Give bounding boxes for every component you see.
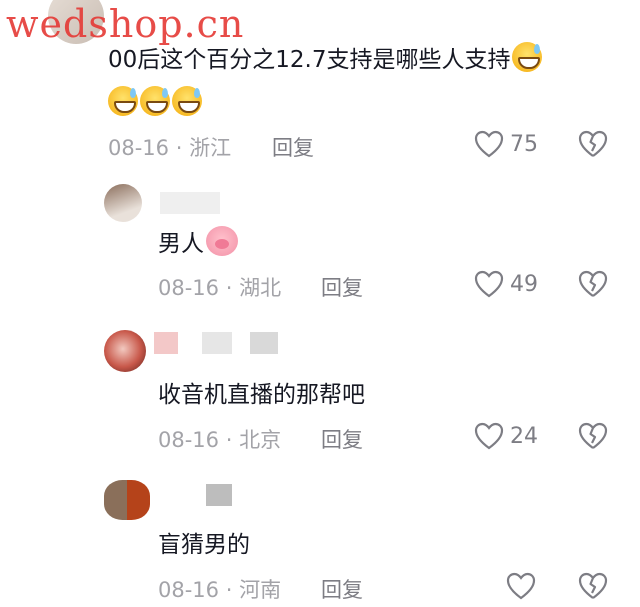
comment-meta: 08-16 · 北京	[158, 424, 281, 454]
like-count: 24	[510, 423, 538, 449]
reply-button[interactable]: 回复	[321, 272, 363, 302]
comment-emoji-row	[108, 86, 202, 121]
comment-item: 收音机直播的那帮吧 08-16 · 北京 回复 24	[0, 322, 640, 462]
comment-meta: 08-16 · 浙江	[108, 132, 231, 162]
like-count: 49	[510, 271, 538, 297]
watermark: wedshop.cn	[6, 2, 245, 46]
dislike-button[interactable]	[578, 572, 608, 604]
meta-separator: ·	[225, 578, 233, 602]
pig-face-emoji	[206, 226, 238, 256]
comment-text: 00后这个百分之12.7支持是哪些人支持	[108, 42, 543, 77]
broken-heart-icon	[578, 572, 608, 599]
comment-location: 北京	[239, 428, 282, 452]
comment-text: 收音机直播的那帮吧	[158, 382, 365, 408]
heart-icon	[474, 270, 504, 298]
comment-meta: 08-16 · 湖北	[158, 272, 281, 302]
comment-location: 湖北	[239, 276, 282, 300]
heart-icon	[506, 572, 536, 600]
comment-location: 河南	[239, 578, 282, 602]
username-blurred[interactable]	[154, 332, 278, 354]
comment-meta: 08-16 · 河南	[158, 574, 281, 604]
like-button[interactable]	[506, 572, 542, 600]
meta-separator: ·	[225, 276, 233, 300]
reply-button[interactable]: 回复	[272, 132, 314, 162]
broken-heart-icon	[578, 130, 608, 157]
comment-date: 08-16	[158, 578, 220, 602]
grinning-sweat-emoji	[172, 86, 202, 116]
grinning-sweat-emoji	[512, 42, 543, 72]
comment-text: 男人	[158, 226, 238, 261]
reply-button[interactable]: 回复	[321, 424, 363, 454]
avatar[interactable]	[104, 480, 150, 520]
like-button[interactable]: 24	[474, 422, 538, 450]
dislike-button[interactable]	[578, 422, 608, 454]
meta-separator: ·	[225, 428, 233, 452]
grinning-sweat-emoji	[140, 86, 170, 116]
broken-heart-icon	[578, 270, 608, 297]
meta-separator: ·	[175, 136, 183, 160]
comment-location: 浙江	[189, 136, 232, 160]
like-count: 75	[510, 131, 538, 157]
like-button[interactable]: 49	[474, 270, 538, 298]
comment-text: 盲猜男的	[158, 532, 250, 558]
comment-date: 08-16	[158, 276, 220, 300]
avatar[interactable]	[104, 330, 146, 372]
avatar[interactable]	[104, 184, 142, 222]
comment-date: 08-16	[158, 428, 220, 452]
comment-item: 男人 08-16 · 湖北 回复 49	[0, 178, 640, 308]
dislike-button[interactable]	[578, 130, 608, 162]
broken-heart-icon	[578, 422, 608, 449]
username-blurred[interactable]	[160, 192, 220, 214]
grinning-sweat-emoji	[108, 86, 138, 116]
dislike-button[interactable]	[578, 270, 608, 302]
heart-icon	[474, 130, 504, 158]
reply-button[interactable]: 回复	[321, 574, 363, 604]
like-button[interactable]: 75	[474, 130, 538, 158]
heart-icon	[474, 422, 504, 450]
comment-item: 盲猜男的 08-16 · 河南 回复	[0, 476, 640, 607]
username-blurred[interactable]	[162, 484, 232, 506]
comment-date: 08-16	[108, 136, 170, 160]
